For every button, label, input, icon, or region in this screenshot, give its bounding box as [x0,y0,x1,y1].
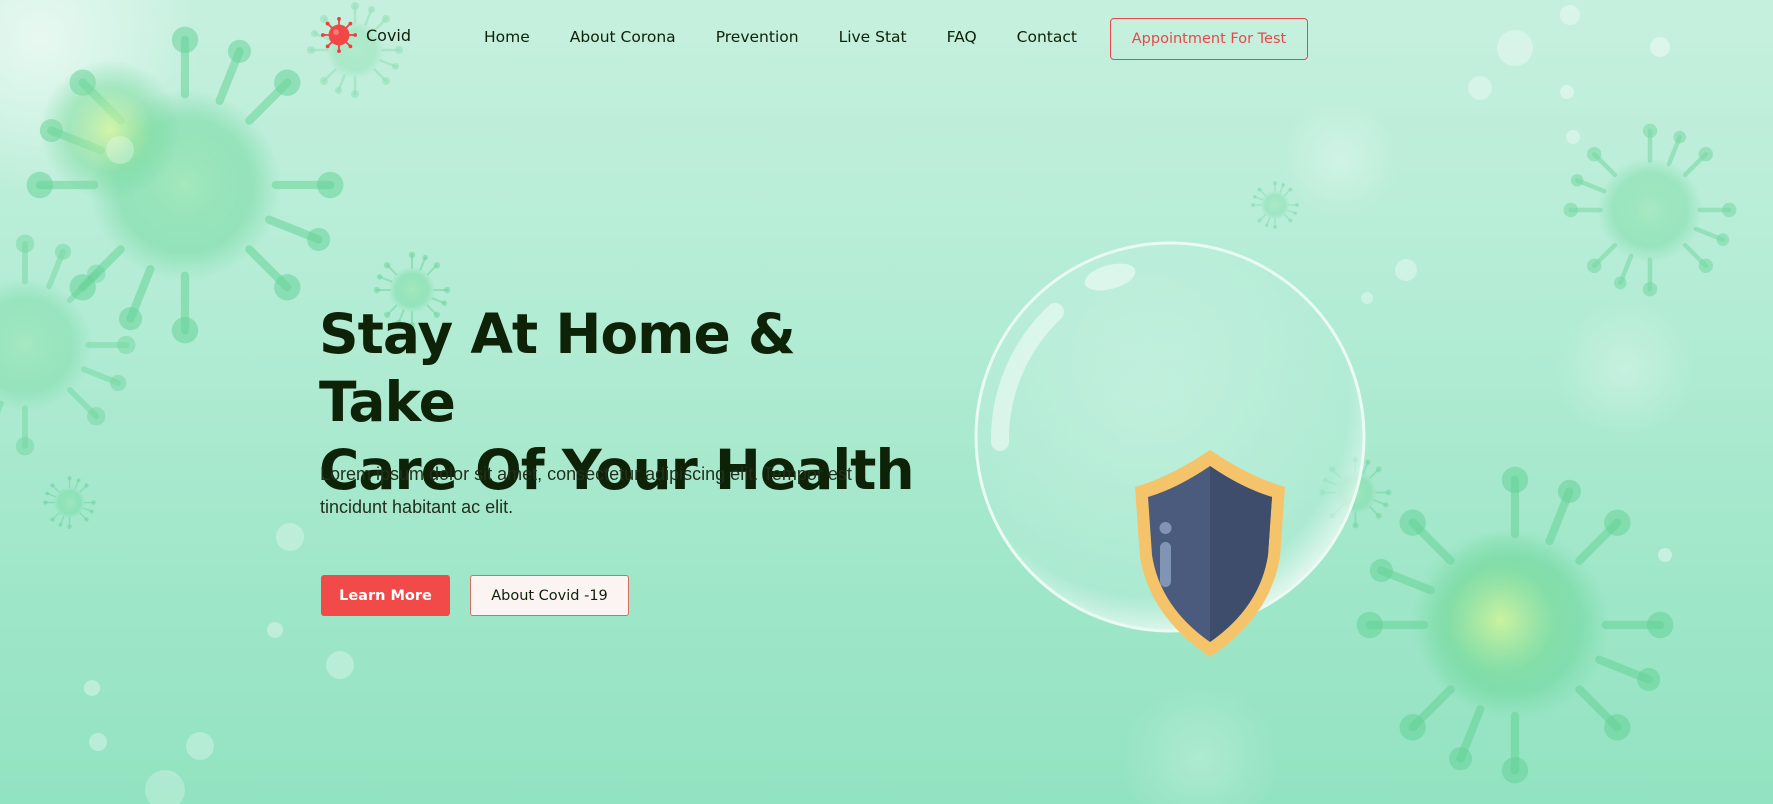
about-covid-button[interactable]: About Covid -19 [470,575,629,616]
nav-item-about-corona[interactable]: About Corona [570,28,676,46]
appointment-button[interactable]: Appointment For Test [1110,18,1308,60]
hero-description: Lorem ipsum dolor sit amet, consectetur … [320,458,880,524]
top-navigation: Covid Home About Corona Prevention Live … [0,0,1773,78]
nav-item-faq[interactable]: FAQ [947,28,977,46]
nav-item-live-stat[interactable]: Live Stat [839,28,907,46]
nav-item-contact[interactable]: Contact [1017,28,1077,46]
nav-item-prevention[interactable]: Prevention [716,28,799,46]
learn-more-button[interactable]: Learn More [321,575,450,616]
hero-title-line-1: Stay At Home & Take [319,302,796,434]
brand-name: Covid [366,25,412,45]
hero-description-line-2: tincidunt habitant ac elit. [320,497,514,517]
family-shield-illustration [974,241,1366,657]
main-menu: Home About Corona Prevention Live Stat F… [484,28,1117,46]
hero-description-line-1: Lorem ipsum dolor sit amet, consectetur … [320,464,852,484]
brand-logo[interactable]: Covid [320,16,411,54]
nav-item-home[interactable]: Home [484,28,530,46]
virus-icon [320,16,358,54]
